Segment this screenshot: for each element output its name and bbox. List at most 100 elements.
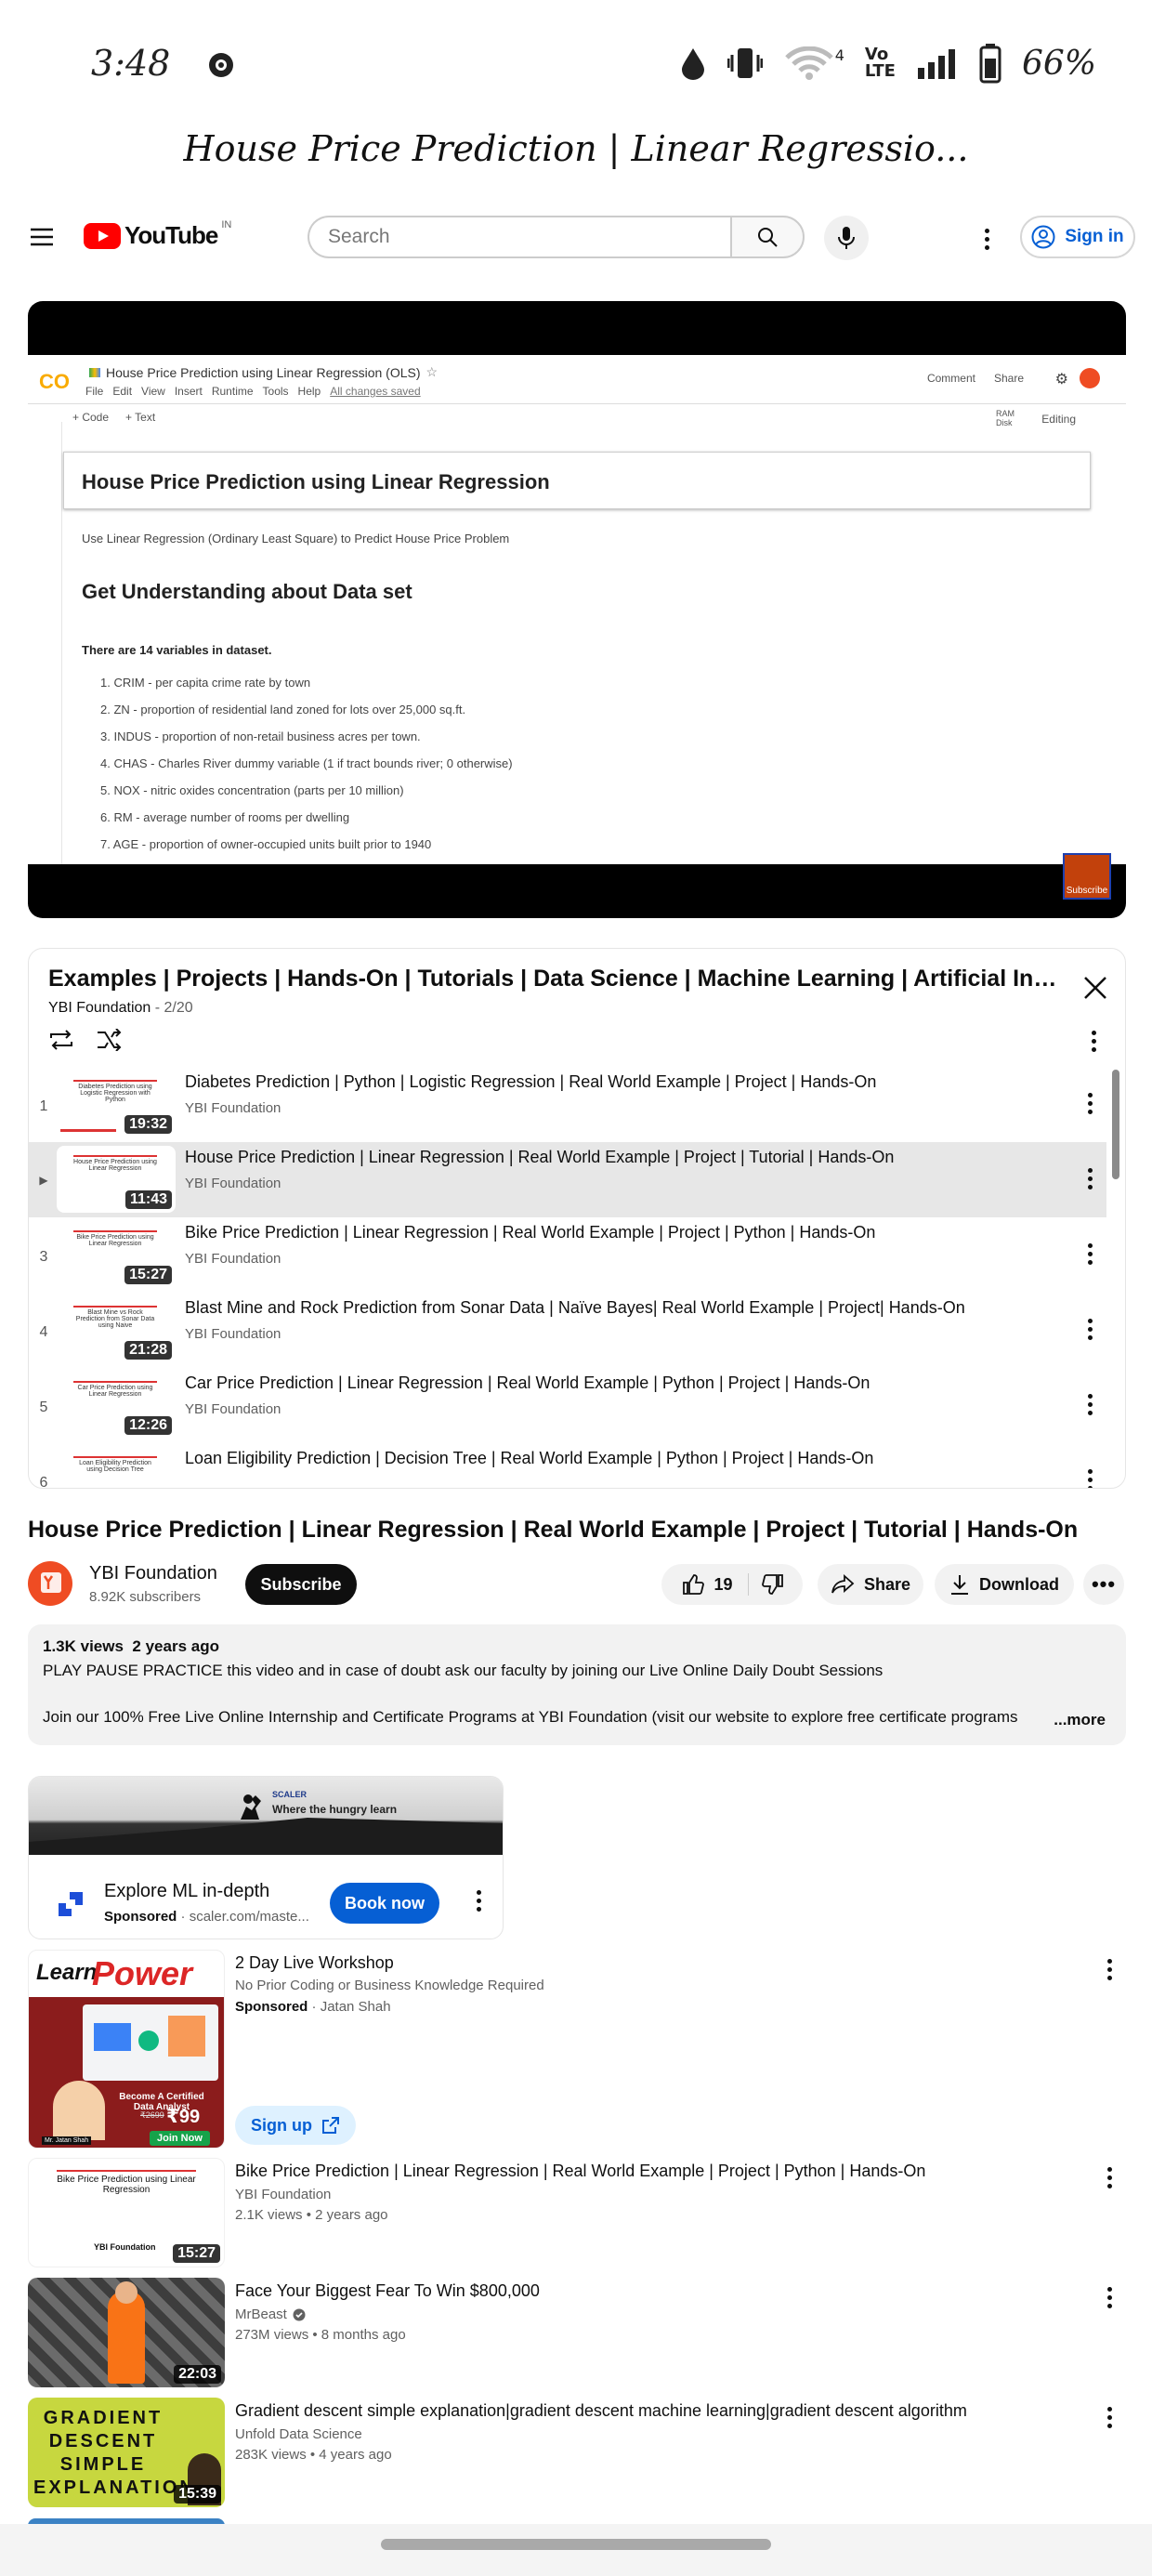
rec-options-icon[interactable] <box>1100 1955 1119 1983</box>
rec-meta: 273M views • 8 months ago <box>235 2327 406 2343</box>
notebook-intro: Use Linear Regression (Ordinary Least Sq… <box>82 532 510 545</box>
playlist-item-current[interactable]: ▶ House Price Prediction using Linear Re… <box>29 1142 1106 1217</box>
shuffle-icon[interactable] <box>96 1029 122 1051</box>
sign-in-label: Sign in <box>1065 227 1124 246</box>
playlist-meta: YBI Foundation - 2/20 <box>48 1000 193 1016</box>
disk-label: Disk <box>996 418 1013 427</box>
playlist-item[interactable]: 5 Car Price Prediction using Linear Regr… <box>29 1368 1106 1443</box>
drive-icon <box>89 367 100 377</box>
colab-notebook-frame: CO House Price Prediction using Linear R… <box>28 355 1126 864</box>
video-player[interactable]: CO House Price Prediction using Linear R… <box>28 301 1126 918</box>
more-actions-button[interactable]: ••• <box>1083 1564 1124 1605</box>
youtube-logo[interactable]: YouTube IN <box>84 219 232 250</box>
volte-icon: Vo LTE <box>864 45 896 81</box>
item-options-icon[interactable] <box>1080 1164 1099 1192</box>
share-button[interactable]: Share <box>818 1564 923 1605</box>
rec-sponsored: Sponsored <box>235 1999 308 2015</box>
rec-channel: YBI Foundation <box>235 2187 332 2202</box>
subscribe-button[interactable]: Subscribe <box>245 1564 357 1605</box>
voice-search-button[interactable] <box>824 216 869 260</box>
more-link[interactable]: ...more <box>1048 1711 1106 1729</box>
channel-avatar[interactable] <box>28 1561 72 1606</box>
notebook-title: House Price Prediction using Linear Regr… <box>89 364 438 380</box>
recommendation-video[interactable]: GRADIENT DESCENT SIMPLE EXPLANATION 15:3… <box>28 2398 1133 2507</box>
colab-avatar <box>1080 368 1100 388</box>
video-thumbnail: House Price Prediction using Linear Regr… <box>57 1146 176 1213</box>
download-button[interactable]: Download <box>935 1564 1074 1605</box>
ad-url: scaler.com/maste... <box>189 1909 309 1925</box>
video-description[interactable]: 1.3K views 2 years ago PLAY PAUSE PRACTI… <box>28 1624 1126 1745</box>
playlist-item[interactable]: 6 Loan Eligibility Prediction using Deci… <box>29 1443 1106 1488</box>
rec-advertiser: Jatan Shah <box>320 1999 391 2015</box>
item-options-icon[interactable] <box>1080 1089 1099 1117</box>
notebook-heading-1: House Price Prediction using Linear Regr… <box>82 470 550 493</box>
recommendation-video[interactable]: Bike Price Prediction using Linear Regre… <box>28 2158 1133 2267</box>
notebook-heading-2: Get Understanding about Data set <box>82 580 412 603</box>
like-count: 19 <box>713 1574 733 1594</box>
playlist-item[interactable]: 1 Diabetes Prediction using Logistic Reg… <box>29 1067 1106 1142</box>
home-indicator[interactable] <box>381 2539 771 2550</box>
thumbs-up-icon <box>683 1574 705 1595</box>
playlist-options-icon[interactable] <box>1084 1027 1103 1055</box>
playlist-title[interactable]: Examples | Projects | Hands-On | Tutoria… <box>48 966 1061 992</box>
search-input[interactable]: Search <box>308 216 730 258</box>
editing-label: Editing <box>1041 413 1076 426</box>
video-thumbnail: Car Price Prediction using Linear Regres… <box>57 1372 176 1439</box>
ellipsis-icon: ••• <box>1091 1572 1117 1596</box>
close-icon[interactable] <box>1082 975 1108 1001</box>
ad-options-icon[interactable] <box>469 1886 488 1914</box>
playlist-panel: Examples | Projects | Hands-On | Tutoria… <box>28 948 1126 1489</box>
signal-icon <box>916 47 959 79</box>
colab-logo: CO <box>39 370 70 393</box>
network-type-label: 4 <box>834 46 844 64</box>
item-options-icon[interactable] <box>1080 1465 1099 1488</box>
item-options-icon[interactable] <box>1080 1315 1099 1343</box>
tab-title: House Price Prediction | Linear Regressi… <box>183 128 969 169</box>
youtube-wordmark: YouTube <box>124 221 218 249</box>
region-code: IN <box>221 219 232 230</box>
ad-title: Explore ML in-depth <box>104 1881 270 1901</box>
share-icon <box>831 1574 855 1594</box>
menu-icon[interactable] <box>30 227 54 247</box>
recommendation-sponsored[interactable]: Learn Power BI Become A Certified Data A… <box>28 1950 1133 2149</box>
playlist-item[interactable]: 4 Blast Mine vs Rock Prediction from Son… <box>29 1293 1106 1368</box>
book-now-button[interactable]: Book now <box>330 1883 439 1924</box>
item-options-icon[interactable] <box>1080 1390 1099 1418</box>
search-button[interactable] <box>730 216 805 258</box>
ad-logo-icon <box>57 1890 85 1918</box>
like-button[interactable]: 19 <box>667 1573 749 1596</box>
ad-card[interactable]: SCALER Where the hungry learn Explore ML… <box>28 1776 504 1939</box>
rec-title: Gradient descent simple explanation|grad… <box>235 2401 967 2420</box>
rec-options-icon[interactable] <box>1100 2403 1119 2431</box>
subscribe-watermark[interactable]: Subscribe <box>1063 853 1111 900</box>
add-code-label: + Code <box>72 411 110 424</box>
playlist-scrollbar[interactable] <box>1112 1070 1119 1179</box>
sign-up-button[interactable]: Sign up <box>235 2106 356 2145</box>
rec-options-icon[interactable] <box>1100 2163 1119 2191</box>
battery-percent: 66% <box>1021 44 1096 83</box>
loop-icon[interactable] <box>47 1029 75 1051</box>
youtube-play-icon <box>84 222 121 249</box>
video-thumbnail: Diabetes Prediction using Logistic Regre… <box>57 1071 176 1137</box>
rec-channel: MrBeast <box>235 2307 287 2322</box>
item-options-icon[interactable] <box>1080 1240 1099 1268</box>
video-thumbnail: Blast Mine vs Rock Prediction from Sonar… <box>57 1296 176 1363</box>
ad-banner-image: SCALER Where the hungry learn <box>29 1777 503 1855</box>
subscriber-count: 8.92K subscribers <box>89 1589 202 1605</box>
recommendation-video[interactable]: 22:03 Face Your Biggest Fear To Win $800… <box>28 2278 1133 2387</box>
sign-in-button[interactable]: Sign in <box>1020 216 1135 258</box>
comment-label: Comment <box>926 372 975 385</box>
view-count: 1.3K views <box>43 1637 124 1655</box>
video-thumbnail: Loan Eligibility Prediction using Decisi… <box>57 1447 176 1488</box>
wifi-icon: 4 <box>783 46 844 80</box>
microphone-icon <box>838 227 855 249</box>
playlist-item[interactable]: 3 Bike Price Prediction using Linear Reg… <box>29 1217 1106 1293</box>
dislike-button[interactable] <box>749 1573 797 1596</box>
rec-options-icon[interactable] <box>1100 2283 1119 2311</box>
video-thumbnail: Bike Price Prediction using Linear Regre… <box>57 1221 176 1288</box>
rec-title: Bike Price Prediction | Linear Regressio… <box>235 2162 926 2180</box>
like-dislike-group: 19 <box>661 1564 803 1605</box>
more-options-icon[interactable] <box>977 225 996 253</box>
video-thumbnail: GRADIENT DESCENT SIMPLE EXPLANATION 15:3… <box>28 2398 225 2507</box>
channel-name[interactable]: YBI Foundation <box>89 1563 217 1584</box>
